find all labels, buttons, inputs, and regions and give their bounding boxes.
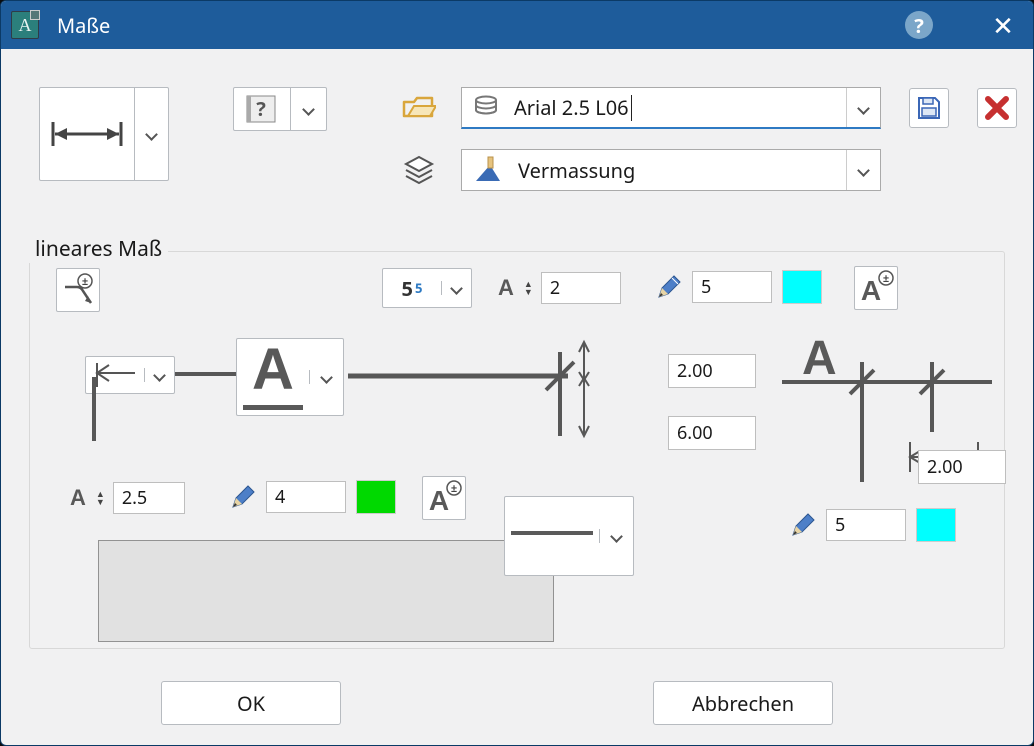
ok-button[interactable]: OK <box>161 681 341 725</box>
chevron-down-icon <box>450 281 464 295</box>
pencil-icon <box>230 484 256 510</box>
svg-text:A: A <box>429 485 449 516</box>
svg-text:A: A <box>861 275 881 306</box>
svg-text:?: ? <box>256 95 266 122</box>
svg-text:±: ± <box>883 271 889 286</box>
text-tolerance-button[interactable]: A ± <box>854 266 898 310</box>
chevron-down-icon <box>153 368 167 382</box>
blank-underline-icon <box>511 531 593 535</box>
layers-icon <box>399 152 439 188</box>
secondary-text-position-dropdown[interactable] <box>504 496 634 576</box>
delete-button[interactable] <box>977 88 1017 128</box>
svg-text:±: ± <box>451 481 457 496</box>
chevron-down-icon <box>857 163 871 177</box>
line-weight-input[interactable] <box>692 271 772 303</box>
secondary-color-swatch[interactable] <box>916 508 956 542</box>
database-icon <box>462 94 510 122</box>
titlebar: A Maße ? ✕ <box>1 1 1033 49</box>
text-tolerance-button-2[interactable]: A ± <box>422 476 466 520</box>
folder-icon[interactable] <box>399 90 439 126</box>
text-height-icon: A <box>498 275 514 301</box>
cancel-button[interactable]: Abbrechen <box>653 681 833 725</box>
precision-superscript: 5 <box>415 279 422 297</box>
dialog-window: A Maße ? ✕ <box>0 0 1034 746</box>
text-size-icon: A <box>70 485 86 511</box>
chevron-down-icon <box>302 102 316 116</box>
svg-text:A: A <box>802 332 837 385</box>
text-tolerance-icon: A ± <box>858 270 894 306</box>
extension-below-input[interactable] <box>668 416 756 450</box>
secondary-weight-input[interactable] <box>826 509 906 541</box>
app-icon: A <box>11 11 39 39</box>
dimension-type-dropdown[interactable] <box>39 87 169 181</box>
save-button[interactable] <box>909 88 949 128</box>
text-position-dropdown[interactable]: A <box>236 338 344 416</box>
reference-object <box>98 540 554 642</box>
layer-combobox[interactable]: Vermassung <box>461 149 881 191</box>
linear-dimension-icon <box>40 88 134 180</box>
line-gap-input[interactable] <box>541 272 621 304</box>
pencil-icon <box>790 512 816 538</box>
chevron-down-icon <box>857 101 871 115</box>
arrowhead-dropdown[interactable] <box>85 356 175 394</box>
chevron-down-icon <box>145 127 159 141</box>
tolerance-mode-button[interactable]: ± <box>56 268 100 312</box>
chevron-down-icon <box>610 529 624 543</box>
help-icon[interactable]: ? <box>905 11 933 39</box>
close-icon[interactable]: ✕ <box>983 7 1023 43</box>
brush-icon <box>462 155 514 185</box>
chevron-down-icon <box>320 370 334 384</box>
line-color-swatch[interactable] <box>782 270 822 304</box>
group-lineares-mass: ± 5 5 A ▲▼ <box>29 251 1005 649</box>
dimension-preview <box>348 352 594 442</box>
layer-value: Vermassung <box>514 157 846 184</box>
text-height-input[interactable] <box>113 482 185 514</box>
svg-text:±: ± <box>82 274 88 289</box>
pencil-icon <box>656 274 682 300</box>
updown-icon: ▲▼ <box>96 490 105 506</box>
extension-above-input[interactable] <box>668 354 756 388</box>
font-combobox[interactable]: Arial 2.5 L06 <box>461 87 881 129</box>
font-value: Arial 2.5 L06 <box>510 94 846 121</box>
floppy-disk-icon <box>916 95 942 121</box>
client-area: ? <box>1 49 1033 745</box>
x-delete-icon <box>984 95 1010 121</box>
question-page-icon: ? <box>245 94 279 124</box>
secondary-gap-input[interactable] <box>918 450 1006 484</box>
precision-dropdown[interactable]: 5 5 <box>382 268 472 308</box>
secondary-preview: A <box>782 332 982 462</box>
group-label: lineares Maß <box>29 235 168 263</box>
text-weight-input[interactable] <box>266 481 346 513</box>
text-above-line-icon: A <box>243 336 303 410</box>
text-color-swatch[interactable] <box>356 480 396 514</box>
precision-value: 5 <box>402 275 413 302</box>
tolerance-icon: ± <box>61 273 95 307</box>
window-title: Maße <box>57 12 110 39</box>
style-preset-dropdown[interactable]: ? <box>233 87 327 131</box>
text-tolerance-icon: A ± <box>426 480 462 516</box>
updown-icon: ▲▼ <box>524 280 533 296</box>
